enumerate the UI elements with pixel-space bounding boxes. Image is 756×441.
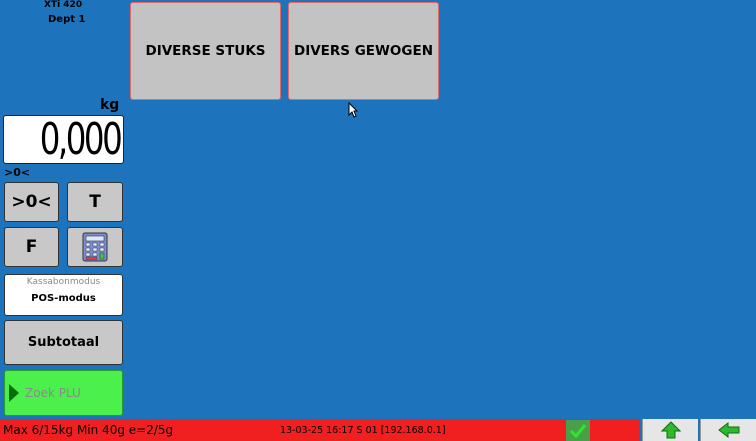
department-label: Dept 1 xyxy=(48,14,86,25)
device-model: XTi 420 xyxy=(44,0,83,10)
capacity-info: Max 6/15kg Min 40g e=2/5g xyxy=(3,423,174,437)
search-plu-label: Zoek PLU xyxy=(25,386,81,400)
status-ok-indicator xyxy=(566,420,590,441)
tare-button[interactable]: T xyxy=(67,182,123,222)
keypad-icon xyxy=(82,232,108,262)
subtotal-button[interactable]: Subtotaal xyxy=(4,320,123,365)
zero-button[interactable]: >0< xyxy=(4,182,59,222)
zero-indicator: >0< xyxy=(4,166,31,179)
back-button[interactable] xyxy=(700,419,756,441)
function-button[interactable]: F xyxy=(4,227,59,267)
receipt-mode-toggle[interactable]: Kassabonmodus POS-modus xyxy=(4,274,123,316)
arrow-up-icon xyxy=(660,421,681,439)
mode-value: POS-modus xyxy=(31,293,96,304)
search-plu-button[interactable]: Zoek PLU xyxy=(4,370,123,416)
mode-label: Kassabonmodus xyxy=(26,277,101,287)
plu-tile-diverse-stuks[interactable]: DIVERSE STUKS xyxy=(130,2,281,100)
arrow-left-icon xyxy=(717,422,739,438)
keypad-button[interactable] xyxy=(67,227,123,267)
weight-unit: kg xyxy=(100,97,120,113)
scroll-up-button[interactable] xyxy=(642,419,698,441)
weight-value: 0,000 xyxy=(39,114,122,165)
plu-tile-divers-gewogen[interactable]: DIVERS GEWOGEN xyxy=(288,2,439,100)
datetime-network-info: 13-03-25 16:17 S 01 [192.168.0.1] xyxy=(280,425,446,436)
weight-display: 0,000 xyxy=(3,115,124,164)
play-triangle-icon xyxy=(9,384,19,402)
checkmark-icon xyxy=(569,423,587,438)
mouse-pointer-icon xyxy=(348,102,358,118)
